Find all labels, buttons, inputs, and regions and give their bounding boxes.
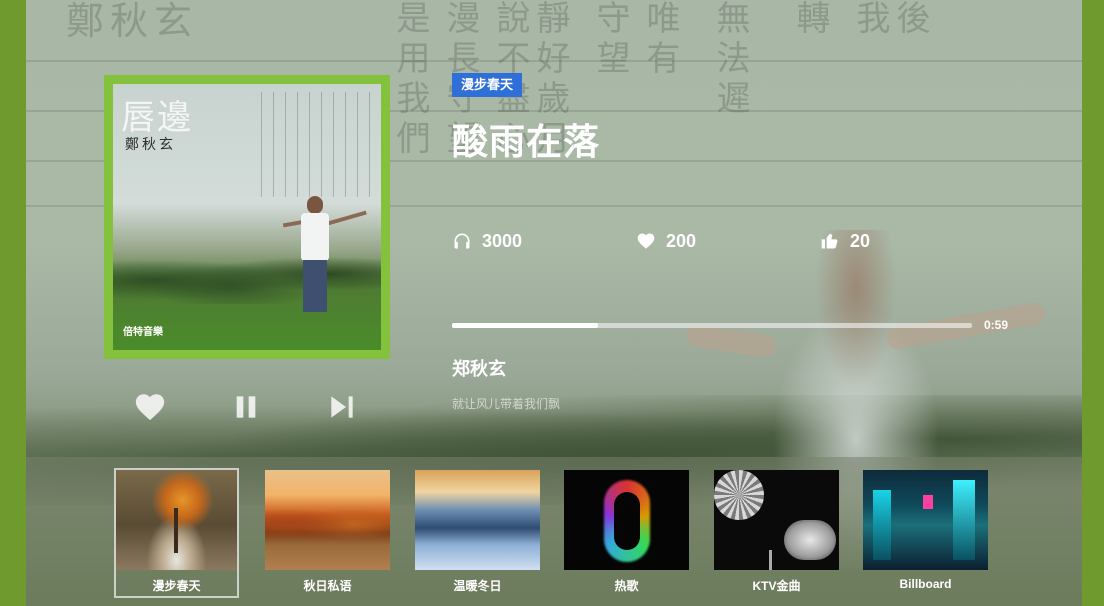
album-cover-title: 唇邊 <box>121 98 193 138</box>
pause-icon <box>236 396 256 418</box>
playlist-item-hot[interactable]: 热歌 <box>564 470 689 596</box>
playlist-label: Billboard <box>899 577 952 591</box>
playlist-label: 秋日私语 <box>303 579 352 593</box>
lyric-line: 就让风儿带着我们飘 <box>452 397 561 411</box>
album-cover-label: 倍特音樂 <box>123 327 163 338</box>
heart-icon <box>135 394 165 421</box>
pause-button[interactable] <box>230 390 262 424</box>
progress-bar[interactable] <box>452 323 972 328</box>
thumbs-up-icon <box>821 233 838 249</box>
playlist-label: 漫步春天 <box>152 579 201 593</box>
playlist-label: 热歌 <box>614 579 639 593</box>
disco-ball-thumbnail <box>714 470 839 570</box>
frozen-lake-thumbnail <box>415 470 540 570</box>
listen-count: 3000 <box>452 229 522 253</box>
playlist-item-ktv[interactable]: KTV金曲 <box>714 470 839 596</box>
autumn-lake-thumbnail <box>265 470 390 570</box>
next-track-icon <box>331 396 353 418</box>
playlist-label: 温暖冬日 <box>453 579 502 593</box>
playlist-item-autumn[interactable]: 秋日私语 <box>265 470 390 596</box>
listen-count-value: 3000 <box>482 230 523 251</box>
headphones-icon <box>454 233 470 249</box>
next-track-button[interactable] <box>326 390 358 424</box>
autumn-tree-thumbnail <box>116 470 237 570</box>
time-remaining: 0:59 <box>984 318 1009 332</box>
neon-city-thumbnail <box>863 470 988 570</box>
playlist-item-billboard[interactable]: Billboard <box>863 470 988 596</box>
thumbs-up-count[interactable]: 20 <box>820 229 870 253</box>
thumbs-up-value: 20 <box>850 230 871 251</box>
playlist-item-spring[interactable]: 漫步春天 <box>114 468 239 598</box>
album-cover: 唇邊 鄭秋玄 倍特音樂 <box>104 75 390 359</box>
like-count[interactable]: 200 <box>636 229 696 253</box>
album-cover-artist: 鄭秋玄 <box>125 137 176 153</box>
artist-name[interactable]: 郑秋玄 <box>452 355 506 381</box>
playlist-bar: 漫步春天 秋日私语 温暖冬日 热歌 KTV金曲 Billboard <box>26 457 1082 606</box>
music-note-thumbnail <box>564 470 689 570</box>
category-tag[interactable]: 漫步春天 <box>452 73 523 97</box>
like-count-value: 200 <box>666 230 697 251</box>
progress-fill <box>452 323 598 328</box>
heart-icon <box>637 233 655 249</box>
like-button[interactable] <box>133 390 167 424</box>
album-cover-art: 唇邊 鄭秋玄 倍特音樂 <box>113 84 381 350</box>
song-title: 酸雨在落 <box>452 122 601 163</box>
playlist-item-winter[interactable]: 温暖冬日 <box>415 470 540 596</box>
playlist-label: KTV金曲 <box>752 579 801 593</box>
